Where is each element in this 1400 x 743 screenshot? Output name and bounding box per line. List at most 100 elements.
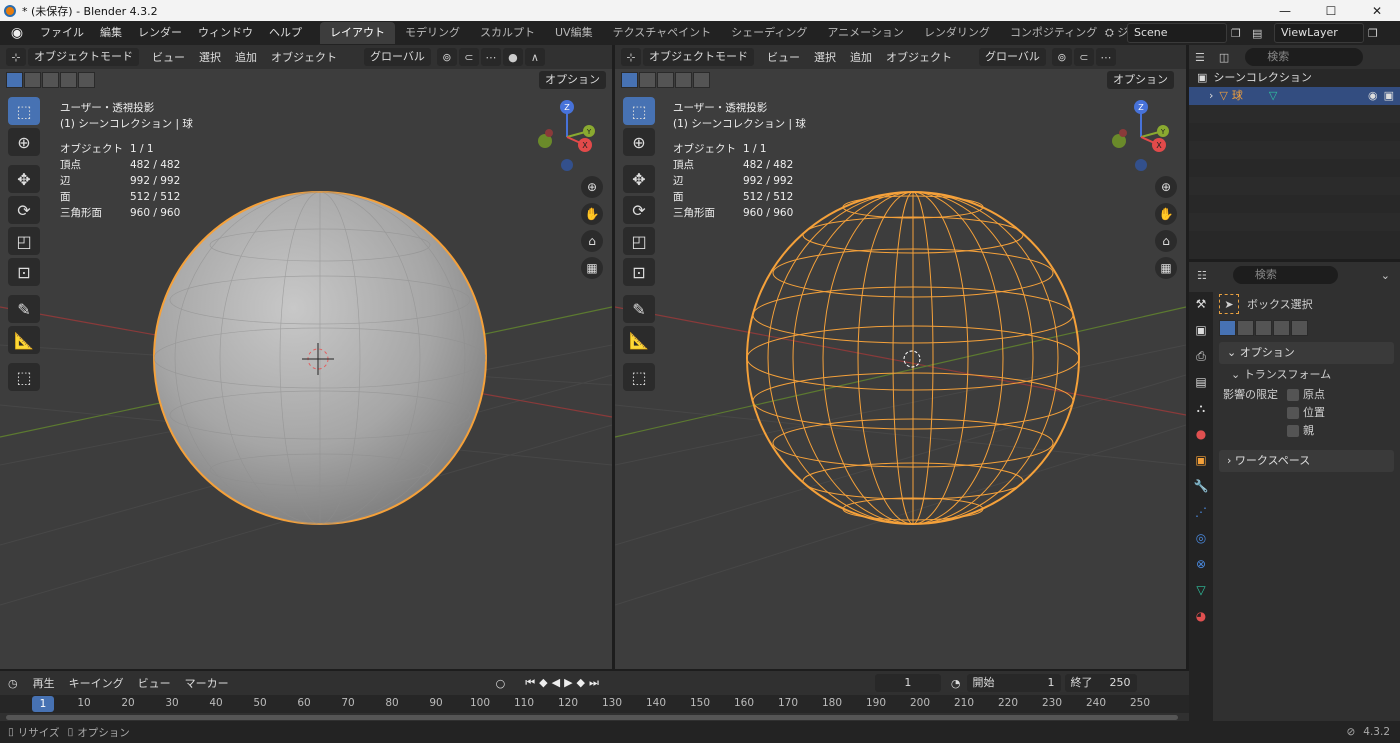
measure-icon[interactable]: 📐	[8, 326, 40, 354]
move-icon[interactable]: ✥	[623, 165, 655, 193]
select-new-icon[interactable]	[6, 72, 23, 88]
select-extend-icon[interactable]	[24, 72, 41, 88]
physics-tab-icon[interactable]: ◎	[1189, 526, 1213, 550]
rotate-icon[interactable]: ⟳	[623, 196, 655, 224]
snap-target-icon[interactable]: ⋯	[1095, 48, 1116, 66]
frame-cursor[interactable]: 1	[32, 696, 54, 712]
play-reverse-icon[interactable]: ◀	[552, 676, 560, 690]
select-subtract-icon[interactable]	[657, 72, 674, 88]
scene-tab-icon[interactable]: ⛬	[1189, 396, 1213, 420]
new-scene-icon[interactable]: ❐	[1231, 27, 1241, 40]
menu-view[interactable]: ビュー	[131, 675, 178, 691]
menu-select[interactable]: 選択	[192, 49, 228, 65]
editor-type-icon[interactable]: ⊹	[6, 48, 26, 66]
stopwatch-icon[interactable]: ◔	[951, 677, 961, 690]
add-cube-icon[interactable]: ⬚	[8, 363, 40, 391]
annotate-icon[interactable]: ✎	[8, 295, 40, 323]
frame-start-field[interactable]: 開始 1	[966, 674, 1061, 692]
particles-tab-icon[interactable]: ⋰	[1189, 500, 1213, 524]
tab-sculpt[interactable]: スカルプト	[470, 22, 545, 44]
affect-origins-checkbox[interactable]: 原点	[1287, 386, 1325, 404]
menu-file[interactable]: ファイル	[32, 22, 92, 44]
outliner-row-sphere[interactable]: › ▽ 球 ▽ ◉ ▣	[1189, 87, 1400, 105]
scene-icon[interactable]: ⛭	[1105, 26, 1127, 40]
tab-shading[interactable]: シェーディング	[721, 22, 817, 44]
frame-end-field[interactable]: 終了 250	[1064, 674, 1137, 692]
zoom-icon[interactable]: ⊕	[581, 176, 603, 198]
navigation-gizmo[interactable]: Z Y X	[1109, 95, 1169, 175]
snap-icon[interactable]: ⊂	[1073, 48, 1094, 66]
expand-chevron-icon[interactable]: ›	[1209, 87, 1213, 105]
object-tab-icon[interactable]: ▣	[1189, 448, 1213, 472]
cursor-icon[interactable]: ⊕	[623, 128, 655, 156]
menu-render[interactable]: レンダー	[130, 22, 190, 44]
material-tab-icon[interactable]: ◕	[1189, 604, 1213, 628]
jump-end-icon[interactable]: ⏭	[589, 676, 599, 690]
outliner-search-input[interactable]: 検索	[1245, 48, 1364, 66]
menu-playback[interactable]: 再生	[26, 675, 62, 691]
modifier-tab-icon[interactable]: 🔧	[1189, 474, 1213, 498]
menu-help[interactable]: ヘルプ	[261, 22, 310, 44]
auto-key-icon[interactable]: ○	[496, 677, 506, 690]
select-new-icon[interactable]	[621, 72, 638, 88]
select-intersect-icon[interactable]	[693, 72, 710, 88]
perspective-grid-icon[interactable]: ▦	[581, 257, 603, 279]
pivot-icon[interactable]: ⊚	[1051, 48, 1072, 66]
scene-field[interactable]: Scene	[1127, 23, 1227, 43]
select-box-icon[interactable]: ⬚	[8, 97, 40, 125]
camera-icon[interactable]: ⌂	[581, 230, 603, 252]
affect-parents-checkbox[interactable]: 親	[1287, 422, 1325, 440]
select-extend-icon[interactable]	[639, 72, 656, 88]
chevron-down-icon[interactable]: ⌄	[1381, 269, 1390, 282]
editor-type-icon[interactable]: ☰	[1195, 51, 1205, 64]
options-panel-header[interactable]: ⌄ オプション	[1219, 342, 1394, 364]
tab-compositing[interactable]: コンポジティング	[1000, 22, 1107, 44]
snap-icon[interactable]: ⊂	[458, 48, 479, 66]
cursor-icon[interactable]: ⊕	[8, 128, 40, 156]
select-invert-icon[interactable]	[675, 72, 692, 88]
transform-orientation-dropdown[interactable]: グローバル	[364, 48, 431, 66]
render-tab-icon[interactable]: ▣	[1189, 318, 1213, 342]
select-intersect-icon[interactable]	[78, 72, 95, 88]
menu-object[interactable]: オブジェクト	[264, 49, 344, 65]
workspace-panel-header[interactable]: › ワークスペース	[1219, 450, 1394, 472]
select-box-icon[interactable]: ⬚	[623, 97, 655, 125]
next-keyframe-icon[interactable]: ◆	[577, 676, 585, 690]
menu-keying[interactable]: キーイング	[62, 675, 131, 691]
menu-view[interactable]: ビュー	[760, 49, 807, 65]
select-invert-icon[interactable]	[1273, 320, 1290, 336]
viewport-wireframe[interactable]: ⊹ オブジェクトモード ビュー 選択 追加 オブジェクト グローバル ⊚ ⊂ ⋯…	[615, 45, 1186, 669]
scale-icon[interactable]: ◰	[623, 227, 655, 255]
rotate-icon[interactable]: ⟳	[8, 196, 40, 224]
transform-orientation-dropdown[interactable]: グローバル	[979, 48, 1046, 66]
options-dropdown[interactable]: オプション	[1107, 71, 1174, 89]
output-tab-icon[interactable]: ⎙	[1189, 344, 1213, 368]
tab-rendering[interactable]: レンダリング	[914, 22, 1000, 44]
maximize-button[interactable]: ☐	[1308, 0, 1354, 21]
select-new-icon[interactable]	[1219, 320, 1236, 336]
select-subtract-icon[interactable]	[42, 72, 59, 88]
menu-window[interactable]: ウィンドウ	[190, 22, 261, 44]
tool-tab-icon[interactable]: ⚒	[1189, 292, 1213, 316]
close-button[interactable]: ✕	[1354, 0, 1400, 21]
tab-animation[interactable]: アニメーション	[817, 22, 914, 44]
viewport-solid[interactable]: ⊹ オブジェクトモード ビュー 選択 追加 オブジェクト グローバル ⊚ ⊂ ⋯…	[0, 45, 612, 669]
outliner-row-scene-collection[interactable]: ▣ シーンコレクション	[1189, 69, 1400, 87]
editor-type-icon[interactable]: ☷	[1197, 269, 1207, 282]
tab-texture-paint[interactable]: テクスチャペイント	[603, 22, 722, 44]
measure-icon[interactable]: 📐	[623, 326, 655, 354]
new-view-layer-icon[interactable]: ❐	[1368, 27, 1378, 40]
transform-subpanel-header[interactable]: ⌄ トランスフォーム	[1219, 364, 1394, 386]
select-subtract-icon[interactable]	[1255, 320, 1272, 336]
menu-edit[interactable]: 編集	[92, 22, 130, 44]
zoom-icon[interactable]: ⊕	[1155, 176, 1177, 198]
tab-layout[interactable]: レイアウト	[320, 22, 395, 44]
render-camera-icon[interactable]: ▣	[1384, 87, 1394, 105]
falloff-icon[interactable]: ∧	[524, 48, 545, 66]
display-mode-icon[interactable]: ◫	[1219, 51, 1229, 64]
tab-modeling[interactable]: モデリング	[395, 22, 470, 44]
jump-start-icon[interactable]: ⏮	[525, 676, 535, 690]
play-icon[interactable]: ▶	[564, 676, 572, 690]
perspective-grid-icon[interactable]: ▦	[1155, 257, 1177, 279]
menu-select[interactable]: 選択	[807, 49, 843, 65]
